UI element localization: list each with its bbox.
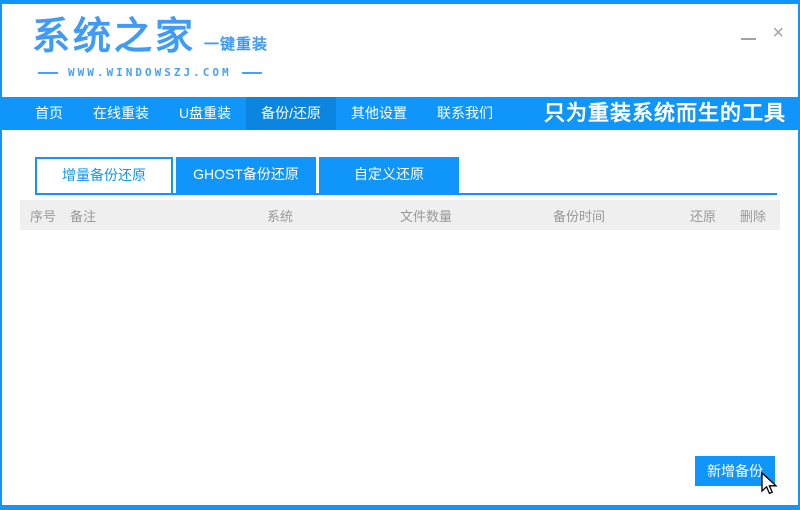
website-url: WWW.WINDOWSZJ.COM — [68, 66, 232, 79]
logo: 系统之家 一键重装 — [32, 16, 268, 58]
app-header: 系统之家 一键重装 WWW.WINDOWSZJ.COM × — [2, 4, 798, 97]
nav-item-backup-restore[interactable]: 备份/还原 — [246, 97, 337, 130]
column-header-restore: 还原 — [690, 208, 717, 224]
backup-table-body — [2, 230, 798, 502]
nav-item-contact-us[interactable]: 联系我们 — [422, 97, 508, 130]
tab-custom-restore[interactable]: 自定义还原 — [319, 157, 459, 193]
navbar-slogan: 只为重装系统而生的工具 — [544, 102, 786, 125]
backup-tabstrip: 增量备份还原 GHOST备份还原 自定义还原 — [35, 157, 777, 195]
nav-item-other-settings[interactable]: 其他设置 — [336, 97, 422, 130]
column-header-filecount: 文件数量 — [400, 208, 453, 224]
dash-left-decoration — [38, 71, 58, 74]
nav-item-online-reinstall[interactable]: 在线重装 — [78, 97, 164, 130]
main-navbar: 首页 在线重装 U盘重装 备份/还原 其他设置 联系我们 只为重装系统而生的工具 — [2, 97, 798, 130]
nav-item-usb-reinstall[interactable]: U盘重装 — [164, 97, 246, 130]
column-header-index: 序号 — [30, 208, 57, 224]
window-controls: × — [741, 23, 784, 43]
nav-item-home[interactable]: 首页 — [20, 97, 78, 130]
logo-text: 系统之家 — [32, 16, 197, 58]
new-backup-button[interactable]: 新增备份 — [695, 456, 775, 486]
backup-table-header: 序号 备注 系统 文件数量 备份时间 还原 删除 — [20, 200, 780, 230]
tab-ghost-backup-restore[interactable]: GHOST备份还原 — [176, 157, 316, 193]
column-header-note: 备注 — [70, 208, 97, 224]
column-header-time: 备份时间 — [553, 208, 606, 224]
column-header-delete: 删除 — [740, 208, 767, 224]
dash-right-decoration — [241, 71, 262, 74]
tab-incremental-backup-restore[interactable]: 增量备份还原 — [35, 157, 173, 193]
website-row: WWW.WINDOWSZJ.COM — [38, 66, 262, 79]
column-header-system: 系统 — [267, 208, 294, 224]
app-window: 系统之家 一键重装 WWW.WINDOWSZJ.COM × 首页 在线重装 U盘… — [0, 0, 800, 510]
close-icon[interactable]: × — [772, 23, 784, 43]
minimize-icon[interactable] — [741, 24, 757, 42]
logo-subtitle: 一键重装 — [204, 36, 269, 53]
